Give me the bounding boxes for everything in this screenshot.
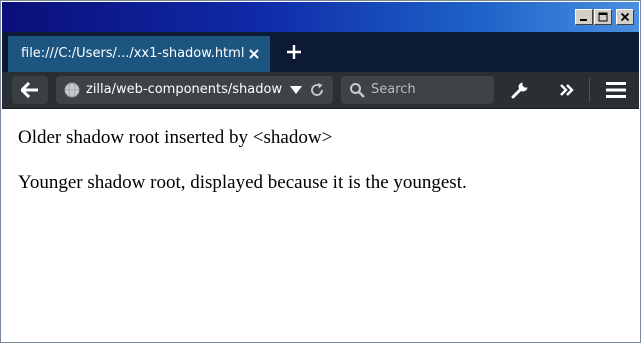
url-text[interactable]: zilla/web-components/shadow/xx1-shadow.h… bbox=[86, 82, 282, 97]
younger-shadow-paragraph: Younger shadow root, displayed because i… bbox=[18, 172, 467, 193]
navigation-toolbar: zilla/web-components/shadow/xx1-shadow.h… bbox=[2, 72, 639, 108]
overflow-chevron-icon[interactable] bbox=[557, 80, 577, 100]
reload-icon[interactable] bbox=[309, 82, 325, 98]
toolbar-divider bbox=[589, 78, 590, 102]
minimize-button[interactable] bbox=[575, 9, 593, 25]
new-tab-icon[interactable] bbox=[284, 42, 304, 62]
hamburger-menu-icon[interactable] bbox=[605, 80, 627, 100]
search-bar[interactable]: Search bbox=[341, 76, 494, 104]
url-bar[interactable]: zilla/web-components/shadow/xx1-shadow.h… bbox=[56, 76, 333, 104]
close-icon bbox=[620, 12, 630, 22]
search-placeholder: Search bbox=[371, 82, 416, 97]
maximize-icon bbox=[598, 12, 608, 22]
globe-icon bbox=[64, 82, 80, 98]
search-icon bbox=[350, 83, 365, 98]
page-content: Older shadow root inserted by <shadow> Y… bbox=[2, 109, 639, 342]
back-button[interactable] bbox=[12, 76, 48, 104]
dropdown-arrow-icon[interactable] bbox=[289, 85, 303, 95]
tab-strip: file:///C:/Users/.../xx1-shadow.html bbox=[2, 32, 639, 72]
close-window-button[interactable] bbox=[616, 9, 634, 25]
browser-window: file:///C:/Users/.../xx1-shadow.html zil… bbox=[0, 0, 641, 343]
wrench-icon[interactable] bbox=[510, 80, 530, 100]
tab-title: file:///C:/Users/.../xx1-shadow.html bbox=[21, 46, 245, 61]
back-arrow-icon bbox=[21, 82, 38, 98]
minimize-icon bbox=[580, 19, 587, 21]
tab-active[interactable]: file:///C:/Users/.../xx1-shadow.html bbox=[8, 36, 270, 72]
maximize-button[interactable] bbox=[594, 9, 612, 25]
title-bar[interactable] bbox=[2, 2, 639, 32]
older-shadow-paragraph: Older shadow root inserted by <shadow> bbox=[18, 127, 333, 148]
tab-close-icon[interactable] bbox=[247, 47, 261, 61]
